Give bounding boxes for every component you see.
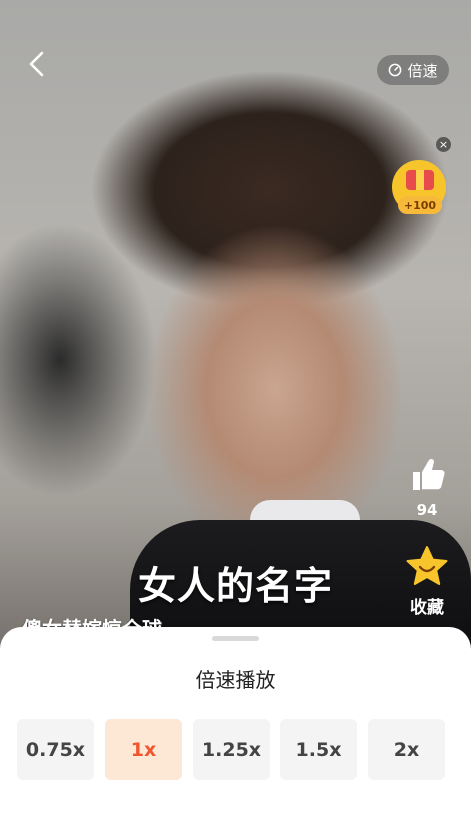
reward-widget[interactable]: +100 [392,156,448,216]
speed-option-2x[interactable]: 2x [368,719,445,780]
speed-option-1-5x[interactable]: 1.5x [280,719,357,780]
speed-gauge-icon [389,63,402,77]
speed-option-0-75x[interactable]: 0.75x [17,719,94,780]
speed-bottom-sheet: 倍速播放 0.75x 1x 1.25x 1.5x 2x [0,627,471,837]
thumbs-up-icon [413,458,445,490]
back-button[interactable] [22,48,54,80]
chevron-left-icon [29,51,44,77]
video-subtitle: 女人的名字 [137,564,333,608]
sheet-drag-handle[interactable] [212,636,259,641]
speed-button[interactable]: 倍速 [377,55,449,85]
like-button[interactable]: 94 [404,455,450,519]
red-envelope-icon [406,170,434,190]
speed-option-1-25x[interactable]: 1.25x [193,719,270,780]
like-count: 94 [416,501,438,519]
sheet-title: 倍速播放 [195,668,276,692]
reward-badge: +100 [398,196,442,214]
speed-button-label: 倍速 [407,61,438,80]
speed-options: 0.75x 1x 1.25x 1.5x 2x [0,719,471,780]
reward-close-button[interactable]: × [436,137,451,152]
speed-option-1x[interactable]: 1x [105,719,182,780]
